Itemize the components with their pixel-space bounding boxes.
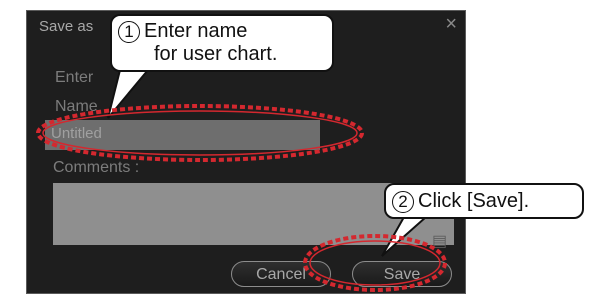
callout-step-1: 1 Enter name for user chart.	[110, 14, 334, 72]
callout-2-text: Click [Save].	[418, 190, 530, 212]
save-highlight-ellipse-inner	[309, 240, 441, 286]
step-1-number: 1	[118, 21, 140, 43]
callout-1-line-1: Enter name	[144, 20, 248, 42]
name-highlight-ellipse	[36, 104, 364, 162]
name-highlight-ellipse-inner	[42, 110, 358, 156]
step-2-number: 2	[392, 191, 414, 213]
callout-1-line-2: for user chart.	[154, 43, 278, 65]
save-highlight-ellipse	[303, 234, 447, 292]
callout-step-2: 2 Click [Save].	[384, 183, 584, 219]
